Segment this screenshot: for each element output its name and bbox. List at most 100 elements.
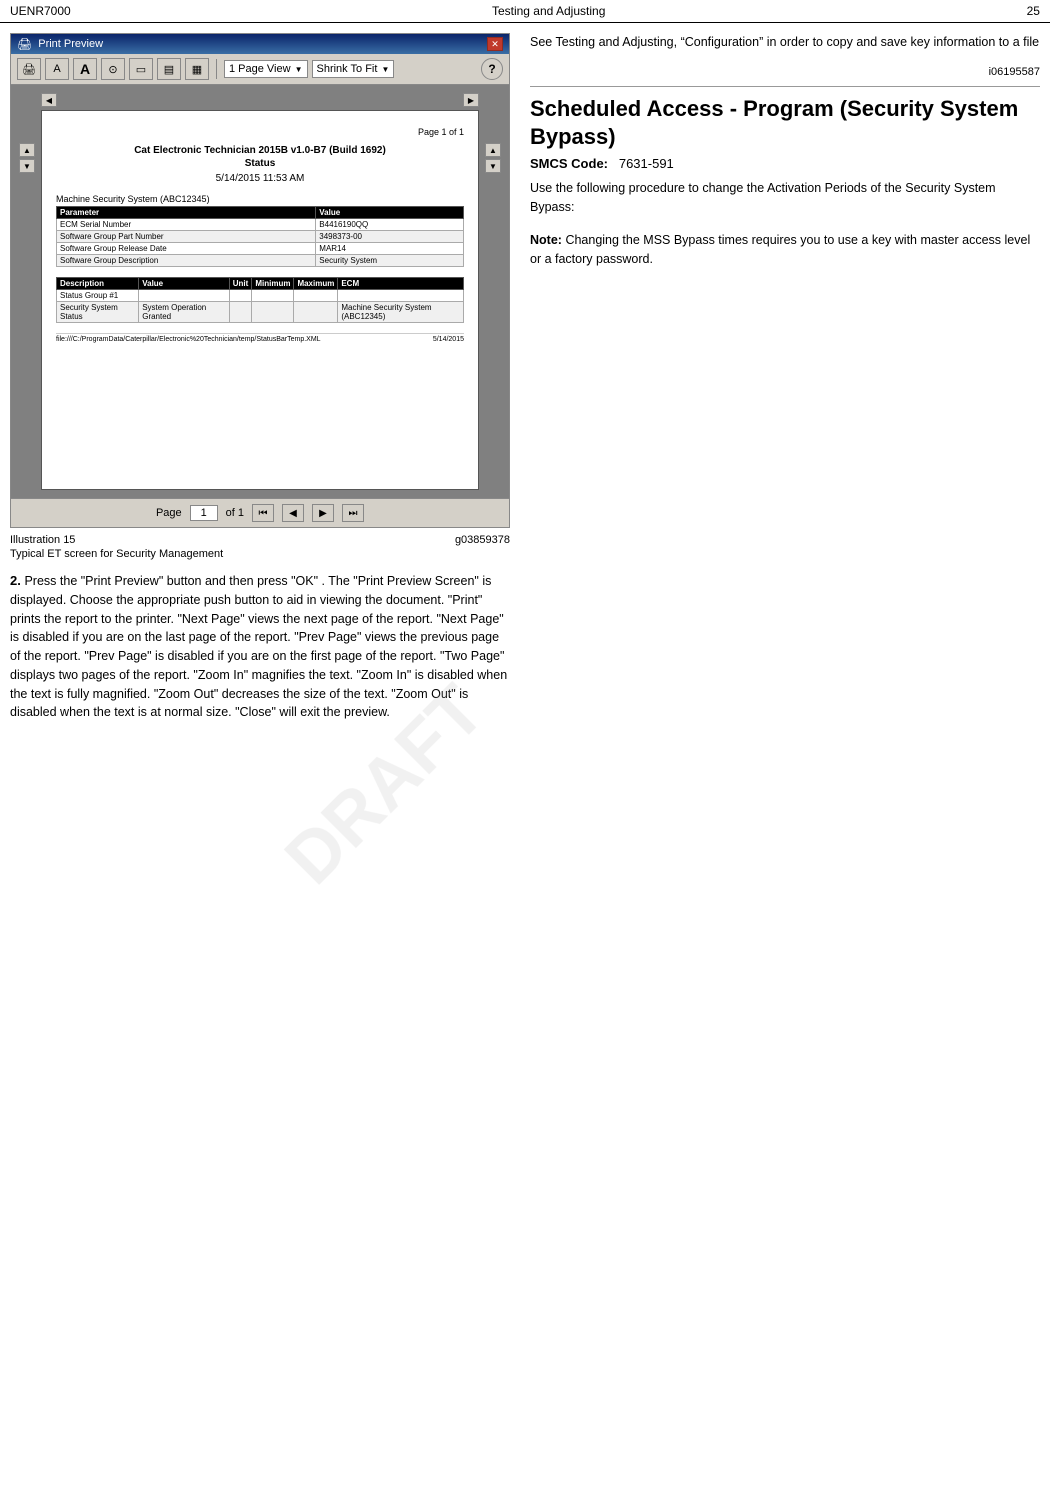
page-header: UENR7000 Testing and Adjusting 25 xyxy=(0,0,1050,23)
doc-footer: file:///C:/ProgramData/Caterpillar/Elect… xyxy=(56,333,464,343)
section-divider xyxy=(530,86,1040,87)
shrink-to-fit-arrow: ▼ xyxy=(381,65,389,74)
preview-area: ▲ ▼ ◀ ▶ Page 1 of 1 Cat Electronic Techn… xyxy=(11,85,509,498)
step2-section: 2. Press the "Print Preview" button and … xyxy=(10,572,510,722)
shrink-to-fit-dropdown[interactable]: Shrink To Fit ▼ xyxy=(312,60,395,78)
scroll-down-button[interactable]: ▼ xyxy=(19,159,35,173)
print-toolbar: 🖨 A A ⊙ ▭ ▤ ▦ 1 Page View ▼ Shrink To Fi… xyxy=(11,54,509,85)
scroll-up-button[interactable]: ▲ xyxy=(19,143,35,157)
table1-title: Machine Security System (ABC12345) xyxy=(56,194,464,204)
see-text: See Testing and Adjusting, “Configuratio… xyxy=(530,33,1040,52)
right-column: See Testing and Adjusting, “Configuratio… xyxy=(530,33,1040,736)
page-view-arrow: ▼ xyxy=(295,65,303,74)
page-of-label: of 1 xyxy=(226,507,244,519)
see-text-section: See Testing and Adjusting, “Configuratio… xyxy=(530,33,1040,52)
next-page-button[interactable]: ▶ xyxy=(312,504,334,522)
print-button[interactable]: 🖨 xyxy=(17,58,41,80)
smcs-code: SMCS Code: 7631-591 xyxy=(530,156,1040,171)
security-status-value: System Operation Granted xyxy=(139,302,230,323)
table-row: Software Group Part Number 3498373-00 xyxy=(57,231,464,243)
print-preview-window: 🖨 Print Preview ✕ 🖨 A A ⊙ ▭ ▤ ▦ 1 Page V… xyxy=(10,33,510,528)
left-column: 🖨 Print Preview ✕ 🖨 A A ⊙ ▭ ▤ ▦ 1 Page V… xyxy=(10,33,510,736)
table-row: ECM Serial Number B4416190QQ xyxy=(57,219,464,231)
smcs-value: 7631-591 xyxy=(619,156,674,171)
footer-path: file:///C:/ProgramData/Caterpillar/Elect… xyxy=(56,336,321,343)
doc-number: UENR7000 xyxy=(10,4,71,18)
table-row: Security System Status System Operation … xyxy=(57,302,464,323)
param-ecm-serial: ECM Serial Number xyxy=(57,219,316,231)
page-view-dropdown[interactable]: 1 Page View ▼ xyxy=(224,60,308,78)
font-large-button[interactable]: A xyxy=(73,58,97,80)
page-nav-label: Page xyxy=(156,507,182,519)
help-button[interactable]: ? xyxy=(481,58,503,80)
doc-title: Cat Electronic Technician 2015B v1.0-B7 … xyxy=(56,145,464,156)
close-button[interactable]: ✕ xyxy=(487,37,503,51)
scroll-left: ▲ ▼ xyxy=(19,93,35,173)
col-unit: Unit xyxy=(229,278,252,290)
page-topbar: ◀ ▶ xyxy=(41,93,479,107)
last-page-button[interactable]: ⏭ xyxy=(342,504,364,522)
page-number: 25 xyxy=(1027,4,1040,18)
val-sw-desc: Security System xyxy=(316,255,464,267)
col-value2: Value xyxy=(139,278,230,290)
print-preview-icon: 🖨 xyxy=(17,37,32,51)
illustration-number: Illustration 15 xyxy=(10,534,75,546)
rect-button[interactable]: ▭ xyxy=(129,58,153,80)
smcs-label: SMCS Code: xyxy=(530,156,608,171)
scroll-right-button[interactable]: ▶ xyxy=(463,93,479,107)
step-number: 2. xyxy=(10,573,21,588)
page-preview-container: ◀ ▶ Page 1 of 1 Cat Electronic Technicia… xyxy=(41,93,479,490)
toolbar-separator xyxy=(216,59,217,79)
shrink-to-fit-label: Shrink To Fit xyxy=(317,63,378,75)
parameter-table: Parameter Value ECM Serial Number B44161… xyxy=(56,206,464,267)
print-preview-title: Print Preview xyxy=(38,38,103,50)
note-paragraph: Note: Changing the MSS Bypass times requ… xyxy=(530,231,1040,269)
table-row: Status Group #1 xyxy=(57,290,464,302)
val-sw-date: MAR14 xyxy=(316,243,464,255)
col-value: Value xyxy=(316,207,464,219)
col-maximum: Maximum xyxy=(294,278,338,290)
param-sw-date: Software Group Release Date xyxy=(57,243,316,255)
first-page-button[interactable]: ⏮ xyxy=(252,504,274,522)
illustration-title: Typical ET screen for Security Managemen… xyxy=(10,548,510,560)
doc-page-number: Page 1 of 1 xyxy=(56,127,464,137)
print-preview-titlebar: 🖨 Print Preview ✕ xyxy=(11,34,509,54)
page-view-label: 1 Page View xyxy=(229,63,291,75)
param-sw-desc: Software Group Description xyxy=(57,255,316,267)
section-title: Testing and Adjusting xyxy=(492,4,605,18)
val-sw-part: 3498373-00 xyxy=(316,231,464,243)
col-parameter: Parameter xyxy=(57,207,316,219)
status-table: Description Value Unit Minimum Maximum E… xyxy=(56,277,464,323)
table-row: Software Group Release Date MAR14 xyxy=(57,243,464,255)
val-ecm-serial: B4416190QQ xyxy=(316,219,464,231)
col-ecm: ECM xyxy=(338,278,464,290)
font-small-button[interactable]: A xyxy=(45,58,69,80)
illustration-caption-row: Illustration 15 g03859378 xyxy=(10,534,510,546)
scroll-down-right-button[interactable]: ▼ xyxy=(485,159,501,173)
footer-date: 5/14/2015 xyxy=(433,336,464,343)
illustration-id: g03859378 xyxy=(455,534,510,546)
page-number-input[interactable] xyxy=(190,505,218,521)
col-minimum: Minimum xyxy=(252,278,294,290)
grid-button[interactable]: ▦ xyxy=(185,58,209,80)
status-group-label: Status Group #1 xyxy=(57,290,139,302)
camera-button[interactable]: ⊙ xyxy=(101,58,125,80)
step2-text: Press the "Print Preview" button and the… xyxy=(10,574,507,719)
doc-subtitle: Status xyxy=(56,158,464,169)
section-heading: Scheduled Access - Program (Security Sys… xyxy=(530,95,1040,152)
param-sw-part: Software Group Part Number xyxy=(57,231,316,243)
use-text: Use the following procedure to change th… xyxy=(530,179,1040,217)
security-status-label: Security System Status xyxy=(57,302,139,323)
note-text: Changing the MSS Bypass times requires y… xyxy=(530,233,1030,266)
ecm-source: Machine Security System (ABC12345) xyxy=(338,302,464,323)
table-row: Software Group Description Security Syst… xyxy=(57,255,464,267)
page-button[interactable]: ▤ xyxy=(157,58,181,80)
page-navigation: Page of 1 ⏮ ◀ ▶ ⏭ xyxy=(11,498,509,527)
scroll-left-button[interactable]: ◀ xyxy=(41,93,57,107)
doc-date: 5/14/2015 11:53 AM xyxy=(56,173,464,184)
note-label: Note: xyxy=(530,233,562,247)
ref-id: i06195587 xyxy=(530,66,1040,78)
col-description: Description xyxy=(57,278,139,290)
prev-page-button[interactable]: ◀ xyxy=(282,504,304,522)
scroll-up-right-button[interactable]: ▲ xyxy=(485,143,501,157)
